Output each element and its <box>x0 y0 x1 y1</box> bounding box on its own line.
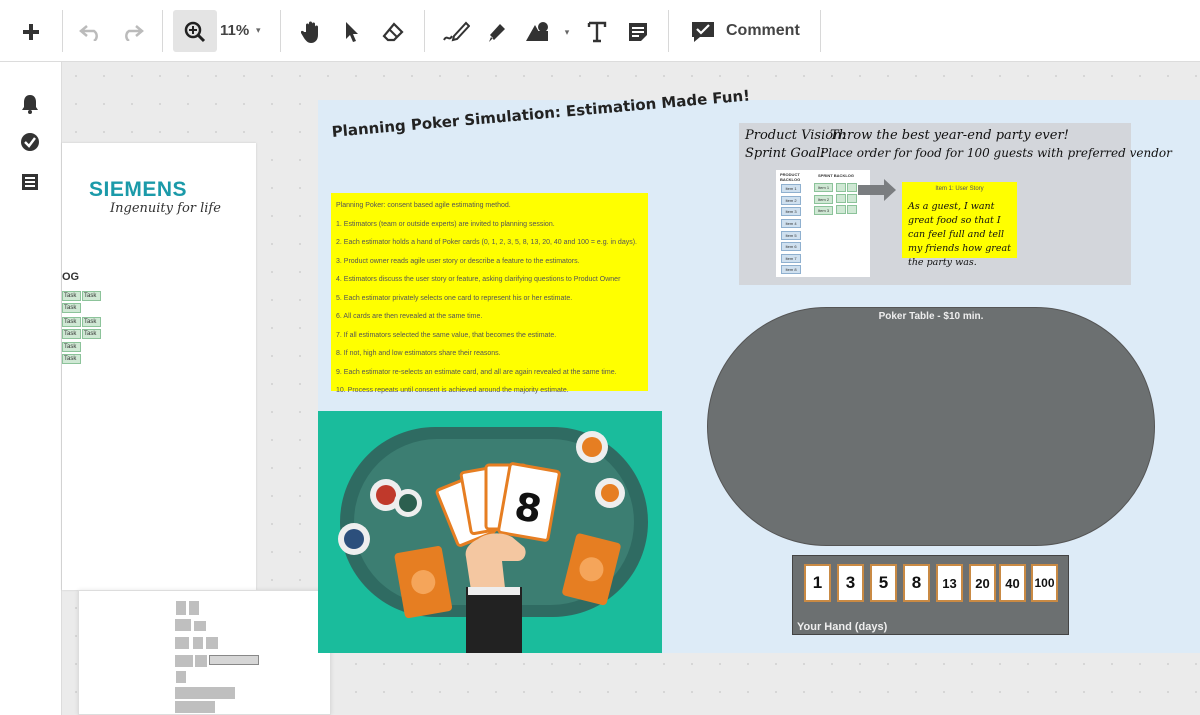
sprint-task <box>836 194 846 203</box>
user-story-text: As a guest, I want great food so that I … <box>908 201 1011 268</box>
backlog-item: Item 5 <box>781 231 801 240</box>
task-card: Task <box>62 303 81 313</box>
eraser-icon[interactable] <box>380 12 406 52</box>
task-card: Task <box>62 354 81 364</box>
highlighter-icon[interactable] <box>483 12 509 52</box>
backlog-item: Item 8 <box>781 265 801 274</box>
poker-chip-icon <box>595 478 625 508</box>
sprint-task <box>847 194 857 203</box>
plus-icon[interactable] <box>18 12 44 52</box>
pointer-icon[interactable] <box>340 12 364 52</box>
siemens-logo: SIEMENS <box>89 178 188 201</box>
pen-icon[interactable] <box>441 12 471 52</box>
backlog-item: Item 6 <box>781 242 801 251</box>
sticky-note-icon[interactable] <box>625 12 651 52</box>
poker-card[interactable]: 40 <box>999 564 1026 602</box>
hand-icon <box>465 533 526 653</box>
poker-card[interactable]: 5 <box>870 564 897 602</box>
sprint-item: Item 3 <box>814 206 833 215</box>
hand-label: Your Hand (days) <box>797 621 888 633</box>
product-vision-text: Throw the best year-end party ever! <box>830 128 1069 143</box>
sprint-item: Item 1 <box>814 183 833 192</box>
task-card: Task <box>82 291 101 301</box>
sprint-goal-label: Sprint Goal: <box>745 146 825 161</box>
rule-text: 10. Process repeats until consent is ach… <box>336 387 569 394</box>
backlog-diagram: PRODUCT BACKLOG SPRINT BACKLOG Item 1 It… <box>776 170 870 277</box>
rule-text: 8. If not, high and low estimators share… <box>336 350 501 357</box>
list-icon[interactable] <box>19 171 41 193</box>
bell-icon[interactable] <box>19 93 41 115</box>
sprint-task <box>836 183 846 192</box>
task-card: Task <box>62 342 81 352</box>
poker-card[interactable]: 13 <box>936 564 963 602</box>
rule-text: 2. Each estimator holds a hand of Poker … <box>336 239 637 246</box>
redo-icon[interactable] <box>118 12 146 52</box>
check-circle-icon[interactable] <box>19 131 41 153</box>
poker-card[interactable]: 20 <box>969 564 996 602</box>
minimap[interactable] <box>78 590 331 715</box>
comment-icon[interactable] <box>688 12 718 52</box>
sprint-task <box>847 183 857 192</box>
rule-text: 9. Each estimator re-selects an estimate… <box>336 368 617 376</box>
undo-icon[interactable] <box>77 12 105 52</box>
sprint-task <box>836 205 846 214</box>
sprint-goal-text: Place order for food for 100 guests with… <box>820 146 1172 160</box>
toolbar: 11% ▾ ▾ Comment <box>0 0 1200 62</box>
arrow-icon <box>858 179 896 206</box>
task-card: Task <box>62 317 81 327</box>
task-card: Task <box>62 291 81 301</box>
rule-text: 5. Each estimator privately selects one … <box>336 294 573 302</box>
backlog-item: Item 2 <box>781 196 801 205</box>
rule-text: 6. All cards are then revealed at the sa… <box>336 313 483 320</box>
poker-card[interactable]: 8 <box>903 564 930 602</box>
poker-chip-icon <box>394 489 422 517</box>
task-card: Task <box>82 317 101 327</box>
zoom-level[interactable]: 11% <box>220 22 249 39</box>
user-story-title: Item 1: User Story <box>935 186 984 192</box>
backlog-item: Item 1 <box>781 184 801 193</box>
sprint-backlog-label: SPRINT BACKLOG <box>818 173 854 178</box>
poker-table-label: Poker Table - $10 min. <box>878 311 984 322</box>
backlog-item: Item 7 <box>781 254 801 263</box>
poker-table[interactable] <box>707 307 1155 546</box>
hand-icon[interactable] <box>298 12 326 52</box>
product-backlog-label: PRODUCT BACKLOG <box>780 172 801 182</box>
poker-card[interactable]: 3 <box>837 564 864 602</box>
text-icon[interactable] <box>585 12 609 52</box>
siemens-document[interactable]: SIEMENS Ingenuity for life OG Task Task … <box>62 143 256 590</box>
poker-illustration[interactable]: 8 <box>318 411 662 653</box>
rule-text: 4. Estimators discuss the user story or … <box>336 276 621 283</box>
rules-sticky-note[interactable]: Planning Poker: consent based agile esti… <box>331 193 648 394</box>
shapes-chevron-icon[interactable]: ▾ <box>561 12 573 52</box>
poker-chip-icon <box>338 523 370 555</box>
zoom-in-icon[interactable] <box>182 12 208 52</box>
poker-card[interactable]: 1 <box>804 564 831 602</box>
sprint-task <box>847 205 857 214</box>
poker-card[interactable]: 100 <box>1031 564 1058 602</box>
backlog-item: Item 3 <box>781 207 801 216</box>
user-story-sticky[interactable]: Item 1: User Story As a guest, I want gr… <box>902 182 1017 268</box>
chevron-down-icon[interactable]: ▾ <box>256 25 261 36</box>
backlog-item: Item 4 <box>781 219 801 228</box>
rule-text: Planning Poker: consent based agile esti… <box>336 202 511 209</box>
rule-text: 7. If all estimators selected the same v… <box>336 331 557 339</box>
sprint-item: Item 2 <box>814 195 833 204</box>
siemens-tagline: Ingenuity for life <box>110 201 221 216</box>
task-card: Task <box>82 329 101 339</box>
rule-text: 3. Product owner reads agile user story … <box>336 257 580 265</box>
task-card: Task <box>62 329 81 339</box>
left-rail <box>0 62 62 715</box>
backlog-label: OG <box>62 271 80 283</box>
poker-chip-icon <box>576 431 608 463</box>
shapes-icon[interactable] <box>523 12 551 52</box>
comment-button[interactable]: Comment <box>726 22 800 40</box>
rule-text: 1. Estimators (team or outside experts) … <box>336 220 555 228</box>
